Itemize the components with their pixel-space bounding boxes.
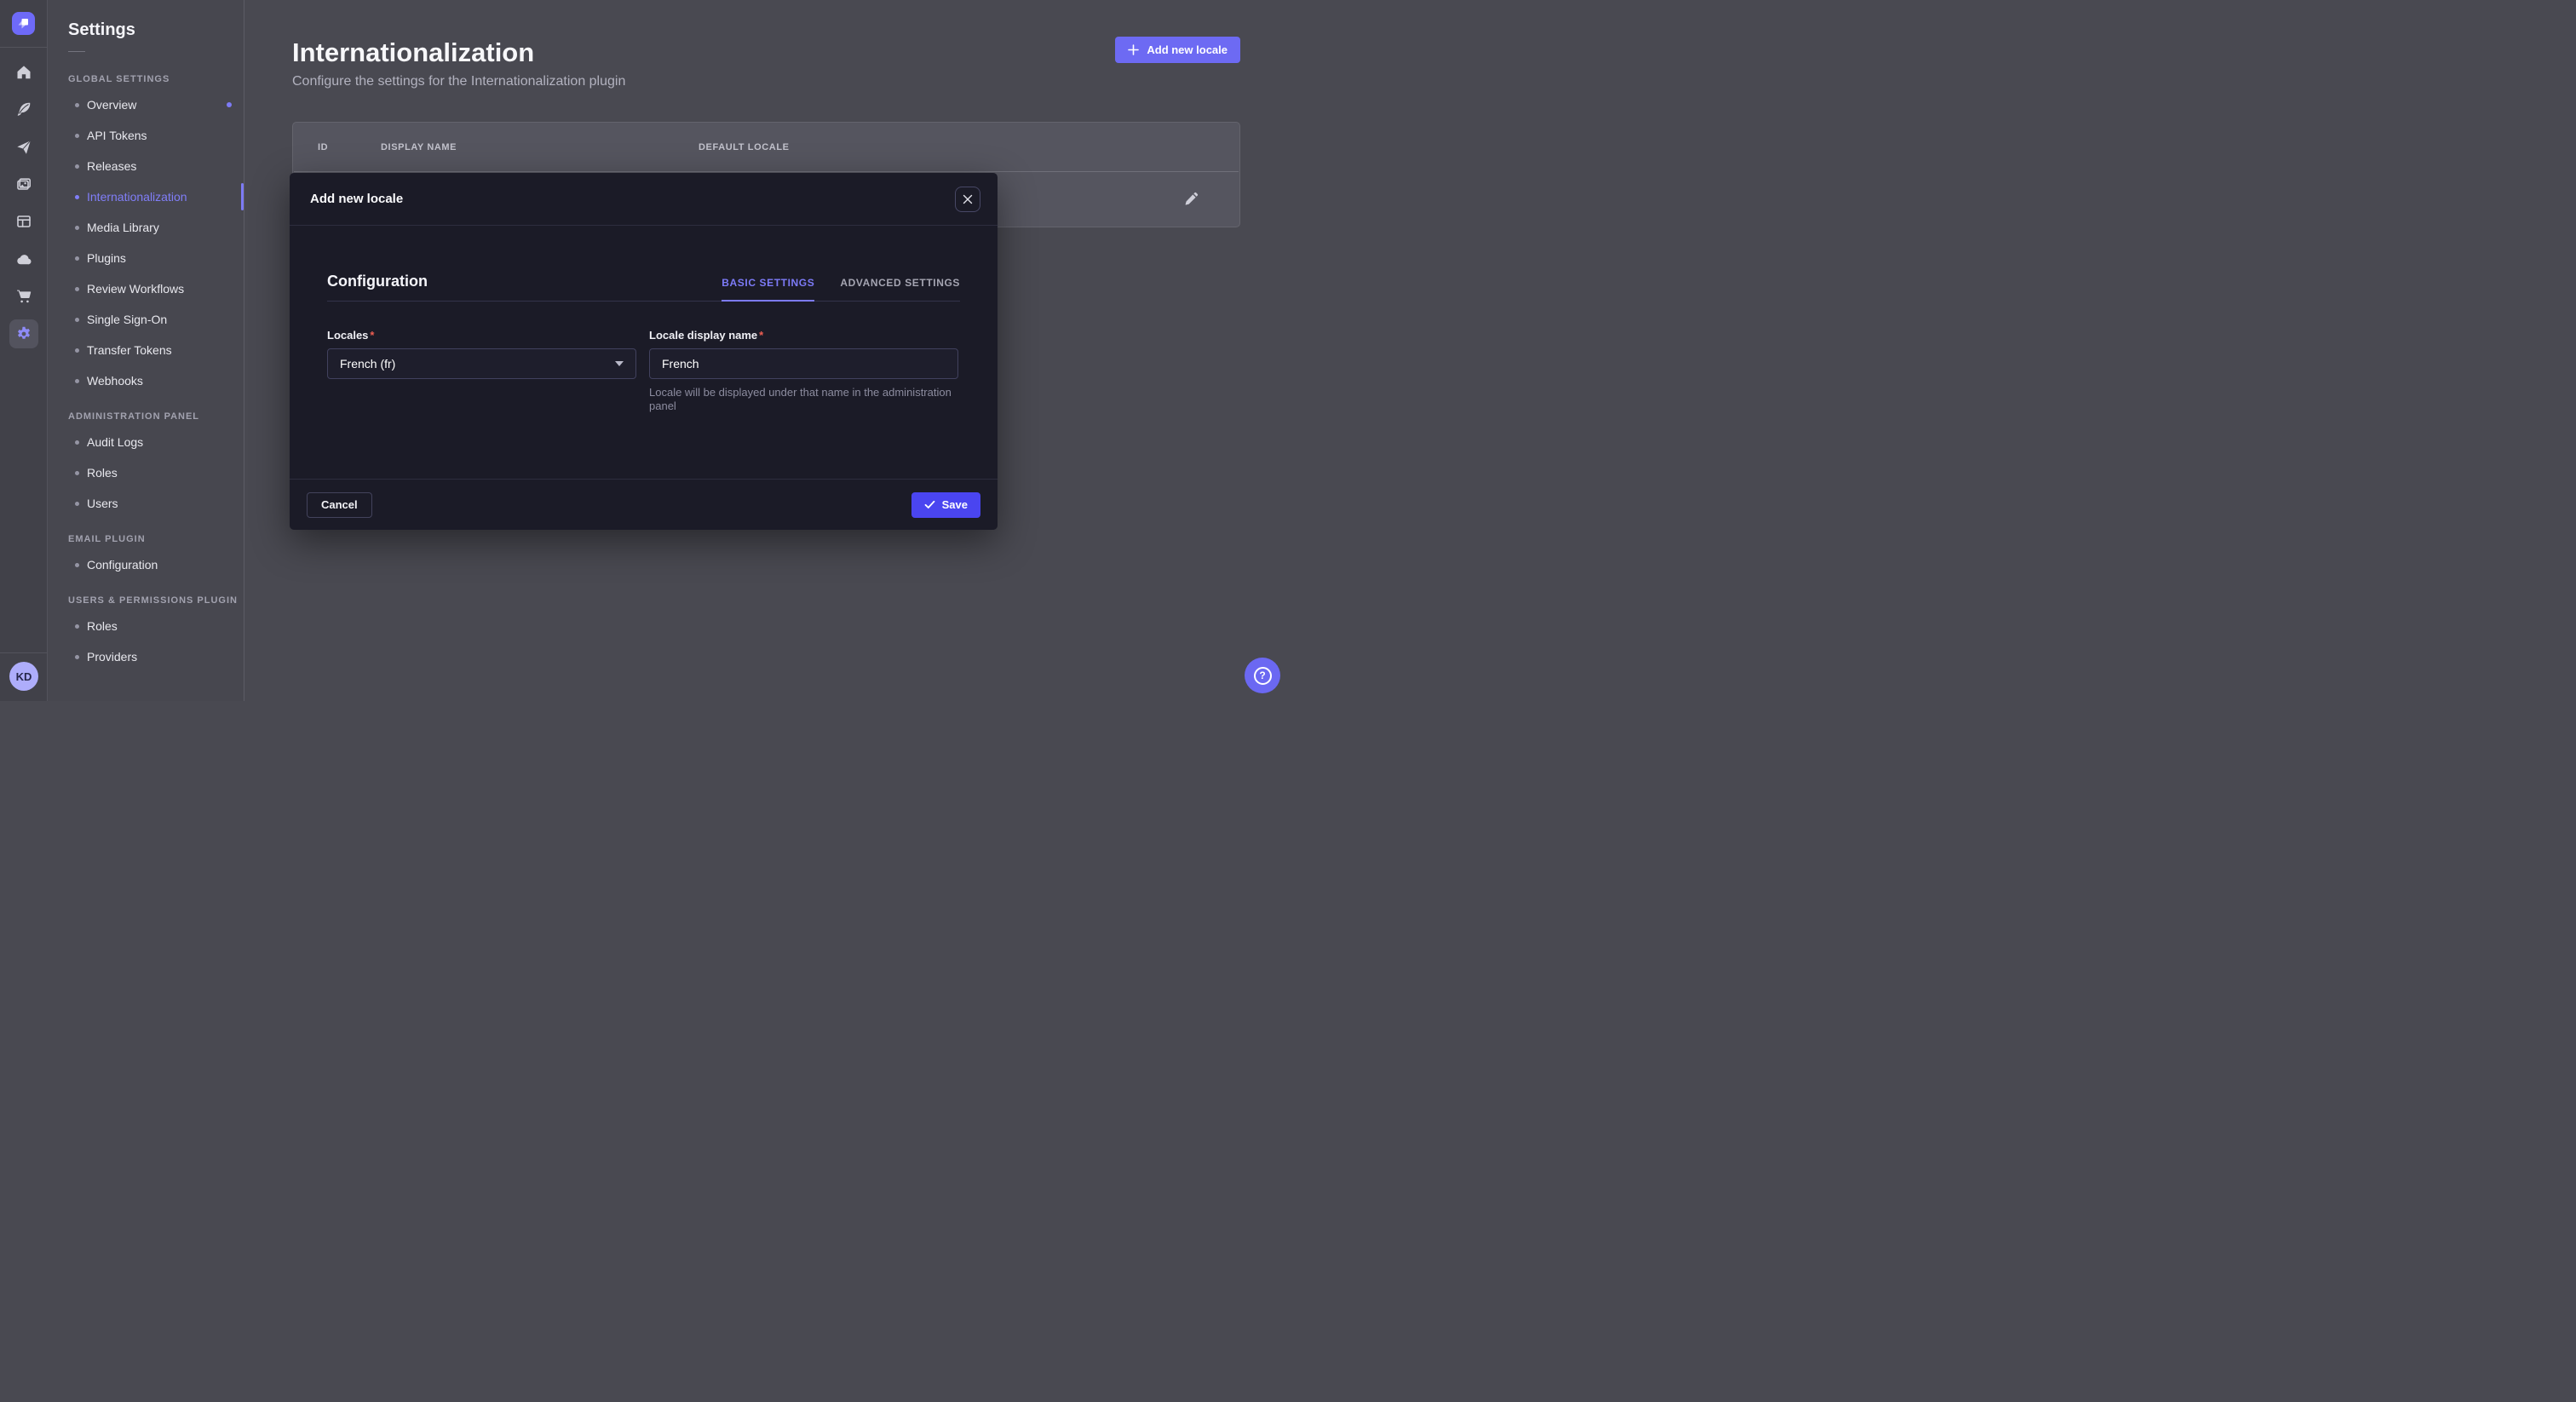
locales-select[interactable]: French (fr) (327, 348, 636, 379)
table-header-row: ID DISPLAY NAME DEFAULT LOCALE (293, 123, 1239, 171)
marketplace-cart-icon[interactable] (14, 287, 33, 306)
bullet-icon (75, 287, 79, 291)
sidebar-item-up-providers[interactable]: Providers (48, 641, 244, 672)
tab-basic-settings[interactable]: BASIC SETTINGS (722, 277, 814, 302)
sidebar-item-admin-roles[interactable]: Roles (48, 457, 244, 488)
sidebar-item-audit-logs[interactable]: Audit Logs (48, 427, 244, 457)
locales-label: Locales* (327, 329, 636, 342)
page-subtitle: Configure the settings for the Internati… (292, 73, 1240, 90)
tabs: BASIC SETTINGS ADVANCED SETTINGS (722, 277, 960, 302)
form-row: Locales* French (fr) Locale display name… (327, 329, 960, 413)
bullet-icon (75, 348, 79, 353)
bullet-icon (75, 103, 79, 107)
section-header-global-settings: GLOBAL SETTINGS (68, 74, 244, 84)
bullet-icon (75, 379, 79, 383)
bullet-icon (75, 256, 79, 261)
save-button-label: Save (942, 498, 968, 511)
save-button[interactable]: Save (911, 492, 980, 518)
display-name-field: Locale display name* Locale will be disp… (649, 329, 958, 413)
display-name-hint: Locale will be displayed under that name… (649, 386, 958, 413)
modal-footer: Cancel Save (290, 479, 998, 530)
add-button-label: Add new locale (1147, 43, 1228, 56)
sidebar-item-media-library[interactable]: Media Library (48, 212, 244, 243)
content-feather-icon[interactable] (14, 100, 33, 118)
help-icon: ? (1254, 667, 1272, 685)
locales-field: Locales* French (fr) (327, 329, 636, 413)
sidebar-item-plugins[interactable]: Plugins (48, 243, 244, 273)
sidebar-item-internationalization[interactable]: Internationalization (48, 181, 244, 212)
help-button[interactable]: ? (1245, 658, 1280, 693)
modal-header: Add new locale (290, 173, 998, 226)
edit-pencil-icon[interactable] (1183, 192, 1199, 207)
section-header-users-permissions-plugin: USERS & PERMISSIONS PLUGIN (68, 595, 244, 606)
sidebar-item-transfer-tokens[interactable]: Transfer Tokens (48, 335, 244, 365)
sidebar-item-review-workflows[interactable]: Review Workflows (48, 273, 244, 304)
locales-select-value: French (fr) (340, 357, 395, 371)
notification-dot (227, 102, 232, 107)
page-title: Internationalization (292, 37, 1240, 68)
bullet-icon (75, 134, 79, 138)
sidebar-title: Settings (68, 20, 244, 40)
add-locale-modal: Add new locale Configuration BASIC SETTI… (290, 173, 998, 530)
section-header-email-plugin: EMAIL PLUGIN (68, 534, 244, 544)
column-id: ID (318, 142, 381, 152)
bullet-icon (75, 164, 79, 169)
bullet-icon (75, 226, 79, 230)
sidebar-item-overview[interactable]: Overview (48, 89, 244, 120)
icon-rail: KD (0, 0, 48, 701)
bullet-icon (75, 440, 79, 445)
cancel-button[interactable]: Cancel (307, 492, 372, 518)
display-name-label: Locale display name* (649, 329, 958, 342)
section-header-administration-panel: ADMINISTRATION PANEL (68, 411, 244, 422)
rail-divider (0, 652, 47, 653)
strapi-logo[interactable] (12, 12, 35, 35)
required-asterisk: * (759, 329, 763, 342)
layout-icon[interactable] (14, 212, 33, 231)
settings-sidebar: Settings GLOBAL SETTINGS Overview API To… (48, 0, 244, 701)
bullet-icon (75, 563, 79, 567)
home-icon[interactable] (14, 63, 33, 82)
modal-title: Add new locale (310, 192, 403, 206)
bullet-icon (75, 195, 79, 199)
sidebar-item-up-roles[interactable]: Roles (48, 611, 244, 641)
sidebar-item-releases[interactable]: Releases (48, 151, 244, 181)
avatar-initials: KD (16, 670, 32, 683)
add-new-locale-button[interactable]: Add new locale (1115, 37, 1240, 63)
column-default-locale: DEFAULT LOCALE (699, 142, 1239, 152)
tab-advanced-settings[interactable]: ADVANCED SETTINGS (840, 277, 960, 302)
modal-body: Configuration BASIC SETTINGS ADVANCED SE… (290, 273, 998, 413)
title-divider (68, 51, 85, 52)
bullet-icon (75, 471, 79, 475)
required-asterisk: * (370, 329, 374, 342)
configuration-title: Configuration (327, 273, 428, 290)
settings-gear-icon[interactable] (9, 319, 38, 348)
check-icon (924, 500, 935, 509)
sidebar-item-email-configuration[interactable]: Configuration (48, 549, 244, 580)
configuration-header-row: Configuration BASIC SETTINGS ADVANCED SE… (327, 273, 960, 302)
modal-close-button[interactable] (955, 187, 980, 212)
close-icon (963, 194, 973, 204)
plus-icon (1128, 44, 1139, 55)
sidebar-item-admin-users[interactable]: Users (48, 488, 244, 519)
page-header: Internationalization Configure the setti… (244, 0, 1288, 90)
column-display-name: DISPLAY NAME (381, 142, 699, 152)
bullet-icon (75, 502, 79, 506)
chevron-down-icon (615, 361, 624, 366)
bullet-icon (75, 318, 79, 322)
bullet-icon (75, 655, 79, 659)
sidebar-item-single-sign-on[interactable]: Single Sign-On (48, 304, 244, 335)
sidebar-item-api-tokens[interactable]: API Tokens (48, 120, 244, 151)
cloud-icon[interactable] (14, 250, 33, 269)
display-name-input[interactable] (649, 348, 958, 379)
user-avatar[interactable]: KD (9, 662, 38, 691)
send-icon[interactable] (14, 138, 33, 157)
bullet-icon (75, 624, 79, 629)
sidebar-item-webhooks[interactable]: Webhooks (48, 365, 244, 396)
strapi-logo-icon (16, 16, 31, 31)
media-library-icon[interactable] (14, 175, 33, 194)
